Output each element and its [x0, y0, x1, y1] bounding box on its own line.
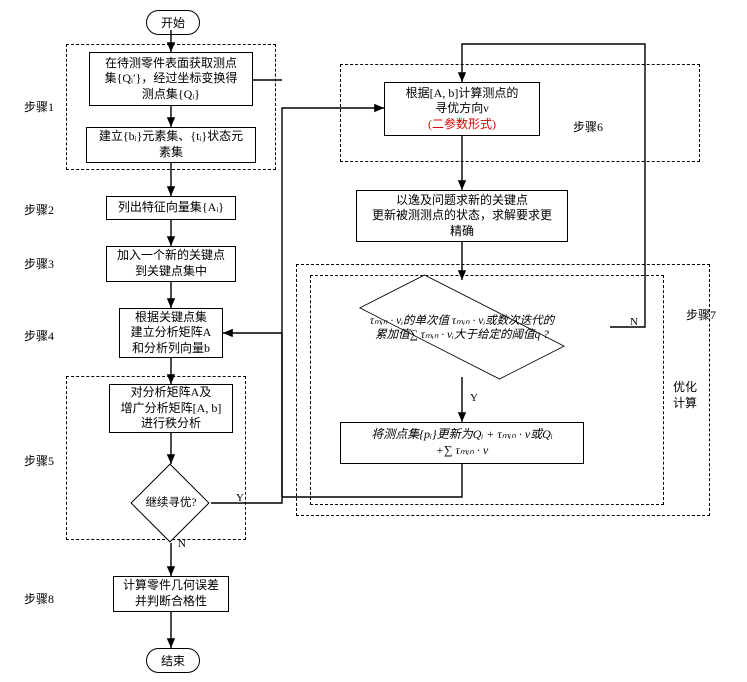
label-step1: 步骤1: [24, 98, 54, 115]
line: 建立分析矩阵A: [126, 325, 216, 341]
text: 结束: [161, 654, 185, 668]
terminal-end: 结束: [146, 648, 200, 673]
line: 列出特征向量集{Aᵢ}: [113, 200, 229, 216]
box-step5: 对分析矩阵A及 增广分析矩阵[A, b] 进行秩分析: [109, 384, 233, 433]
label-step7-sub: 优化 计算: [670, 380, 700, 411]
diamond-text: τₘᵢₙ · νᵢ的单次值 τₘᵢₙ · νᵢ或数次迭代的 累加值∑ τₘᵢₙ …: [336, 314, 588, 343]
diamond-text: 继续寻优?: [129, 496, 213, 510]
line: 计算: [670, 396, 700, 412]
box-step3: 加入一个新的关键点 到关键点集中: [106, 246, 236, 282]
box-step1a: 在待测零件表面获取测点 集{Qᵢ′}，经过坐标变换得 测点集{Qᵢ}: [89, 52, 253, 106]
label-step7: 步骤7: [686, 306, 716, 323]
yn-y-step7: Y: [470, 392, 478, 404]
label-step8: 步骤8: [24, 590, 54, 607]
line: 和分析列向量b: [126, 341, 216, 357]
yn-n-step5: N: [178, 538, 186, 550]
label-step2: 步骤2: [24, 201, 54, 218]
box-step6: 根据[A, b]计算测点的 寻优方向ν (二参数形式): [384, 82, 540, 136]
box-step2: 列出特征向量集{Aᵢ}: [106, 196, 236, 220]
line: 将测点集{pᵢ}更新为Qᵢ + τₘᵢₙ · ν或Qᵢ: [347, 427, 577, 443]
line: 测点集{Qᵢ}: [96, 87, 246, 103]
line: 素集: [93, 145, 249, 161]
line: 优化: [670, 380, 700, 396]
line: 累加值∑ τₘᵢₙ · νᵢ大于给定的阈值q ?: [336, 328, 588, 342]
box-step8: 计算零件几何误差 并判断合格性: [113, 576, 229, 612]
line: 更新被测测点的状态，求解要求更: [363, 208, 561, 224]
label-step6: 步骤6: [570, 118, 606, 135]
line: 以逸及问题求新的关键点: [363, 193, 561, 209]
box-step4: 根据关键点集 建立分析矩阵A 和分析列向量b: [119, 308, 223, 358]
line: +∑ τₘᵢₙ · ν: [347, 443, 577, 459]
line: 并判断合格性: [120, 594, 222, 610]
line: 寻优方向ν: [391, 101, 533, 117]
line: 对分析矩阵A及: [116, 385, 226, 401]
line: 精确: [363, 224, 561, 240]
line: 集{Qᵢ′}，经过坐标变换得: [96, 71, 246, 87]
yn-y-step5: Y: [236, 492, 244, 504]
line: 建立{bᵢ}元素集、{tᵢ}状态元: [93, 129, 249, 145]
line: 加入一个新的关键点: [113, 248, 229, 264]
line: 在待测零件表面获取测点: [96, 56, 246, 72]
yn-n-step7: N: [630, 316, 638, 328]
line: 增广分析矩阵[A, b]: [116, 401, 226, 417]
line: (二参数形式): [391, 117, 533, 133]
box-step7-update: 将测点集{pᵢ}更新为Qᵢ + τₘᵢₙ · ν或Qᵢ +∑ τₘᵢₙ · ν: [340, 422, 584, 464]
line: 根据[A, b]计算测点的: [391, 86, 533, 102]
label-step5: 步骤5: [24, 452, 54, 469]
box-between: 以逸及问题求新的关键点 更新被测测点的状态，求解要求更 精确: [356, 190, 568, 242]
line: 进行秩分析: [116, 416, 226, 432]
label-step4: 步骤4: [24, 327, 54, 344]
text: 开始: [161, 16, 185, 30]
line: 计算零件几何误差: [120, 578, 222, 594]
box-step1b: 建立{bᵢ}元素集、{tᵢ}状态元 素集: [86, 127, 256, 163]
label-step3: 步骤3: [24, 255, 54, 272]
terminal-start: 开始: [146, 10, 200, 35]
line: 到关键点集中: [113, 264, 229, 280]
line: τₘᵢₙ · νᵢ的单次值 τₘᵢₙ · νᵢ或数次迭代的: [336, 314, 588, 328]
line: 根据关键点集: [126, 310, 216, 326]
